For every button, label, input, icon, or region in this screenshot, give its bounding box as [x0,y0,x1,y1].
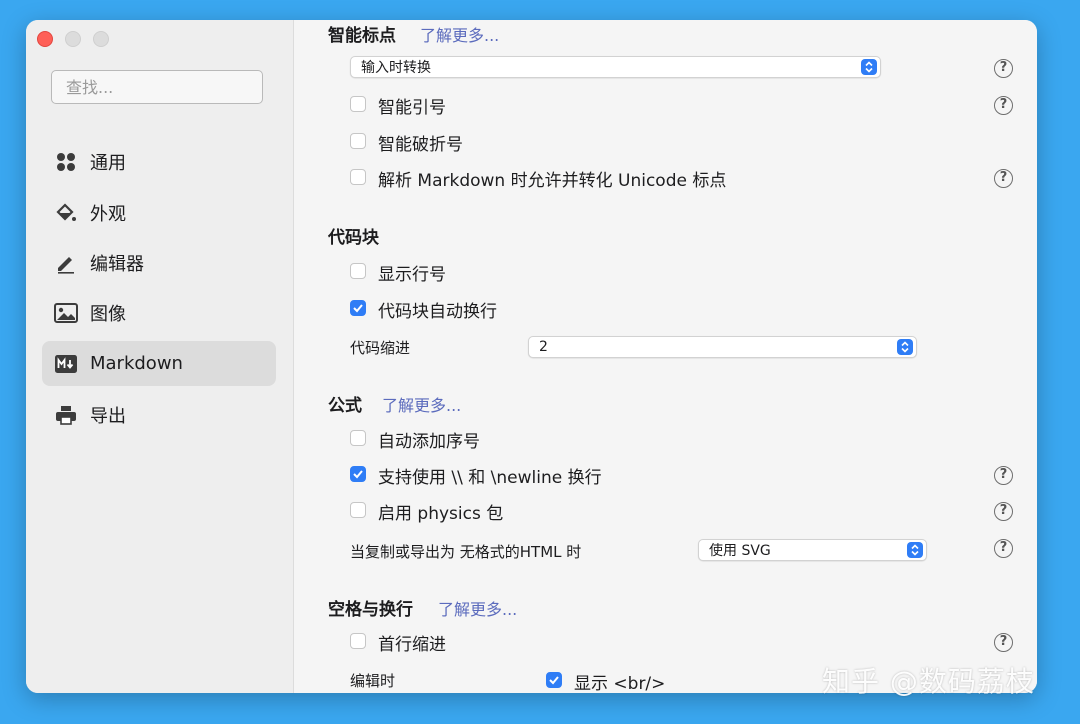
newline-support-label: 支持使用 \\ 和 \newline 换行 [378,468,602,488]
sidebar-item-appearance[interactable]: 外观 [42,190,276,235]
chevron-up-down-icon [907,542,923,558]
sidebar-item-editor[interactable]: 编辑器 [42,240,276,285]
sidebar-item-label: 导出 [90,405,126,427]
show-br-label: 显示 <br/> [574,674,666,693]
preferences-window: 通用 外观 编辑器 图像 Markdown [26,20,1037,693]
pencil-icon [54,251,78,275]
paint-bucket-icon [54,201,78,225]
sidebar-item-label: 通用 [90,152,126,174]
maximize-window-button[interactable] [93,31,109,47]
watermark: 知乎 @数码荔枝 [822,665,1035,698]
sidebar-item-label: 外观 [90,203,126,225]
markdown-icon [54,352,78,376]
code-indent-label: 代码缩进 [350,339,411,357]
physics-package-label: 启用 physics 包 [378,504,504,524]
section-title-math: 公式 [328,396,362,416]
first-line-indent-checkbox[interactable] [350,633,366,649]
sidebar-item-general[interactable]: 通用 [42,139,276,184]
show-br-checkbox[interactable] [546,672,562,688]
newline-support-checkbox[interactable] [350,466,366,482]
help-icon[interactable]: ? [994,59,1013,78]
section-title-whitespace: 空格与换行 [328,600,413,620]
settings-panel: 智能标点 了解更多... 输入时转换 ? 智能引号 ? 智能破折号 解析 Mar… [294,20,1037,693]
auto-number-checkbox[interactable] [350,430,366,446]
code-indent-select[interactable]: 2 [528,336,917,358]
search-input[interactable] [51,70,263,104]
math-export-label: 当复制或导出为 无格式的HTML 时 [350,543,582,561]
help-icon[interactable]: ? [994,502,1013,521]
section-title-smart-punctuation: 智能标点 [328,26,396,46]
chevron-up-down-icon [861,59,877,75]
smart-quotes-label: 智能引号 [378,98,446,118]
learn-more-link[interactable]: 了解更多... [382,392,461,416]
smart-dashes-label: 智能破折号 [378,135,463,155]
editing-label: 编辑时 [350,672,396,690]
close-window-button[interactable] [37,31,53,47]
help-icon[interactable]: ? [994,169,1013,188]
auto-number-label: 自动添加序号 [378,432,480,452]
line-numbers-label: 显示行号 [378,265,446,285]
smart-dashes-checkbox[interactable] [350,133,366,149]
printer-icon [54,403,78,427]
help-icon[interactable]: ? [994,466,1013,485]
line-numbers-checkbox[interactable] [350,263,366,279]
unicode-punctuation-checkbox[interactable] [350,169,366,185]
smart-quotes-checkbox[interactable] [350,96,366,112]
code-wrap-checkbox[interactable] [350,300,366,316]
math-export-select[interactable]: 使用 SVG [698,539,927,561]
chevron-up-down-icon [897,339,913,355]
first-line-indent-label: 首行缩进 [378,635,446,655]
sidebar-item-label: 编辑器 [90,253,144,275]
sidebar: 通用 外观 编辑器 图像 Markdown [26,20,294,693]
unicode-punctuation-label: 解析 Markdown 时允许并转化 Unicode 标点 [378,171,727,191]
sidebar-item-image[interactable]: 图像 [42,290,276,335]
help-icon[interactable]: ? [994,633,1013,652]
sidebar-item-markdown[interactable]: Markdown [42,341,276,386]
help-icon[interactable]: ? [994,96,1013,115]
physics-package-checkbox[interactable] [350,502,366,518]
sidebar-item-export[interactable]: 导出 [42,392,276,437]
sidebar-item-label: Markdown [90,353,183,374]
learn-more-link[interactable]: 了解更多... [420,22,499,46]
minimize-window-button[interactable] [65,31,81,47]
punctuation-mode-select[interactable]: 输入时转换 [350,56,881,78]
section-title-code-block: 代码块 [328,228,379,248]
code-wrap-label: 代码块自动换行 [378,302,497,322]
image-icon [54,301,78,325]
help-icon[interactable]: ? [994,539,1013,558]
learn-more-link[interactable]: 了解更多... [438,596,517,620]
grid-icon [54,150,78,174]
sidebar-item-label: 图像 [90,303,126,325]
